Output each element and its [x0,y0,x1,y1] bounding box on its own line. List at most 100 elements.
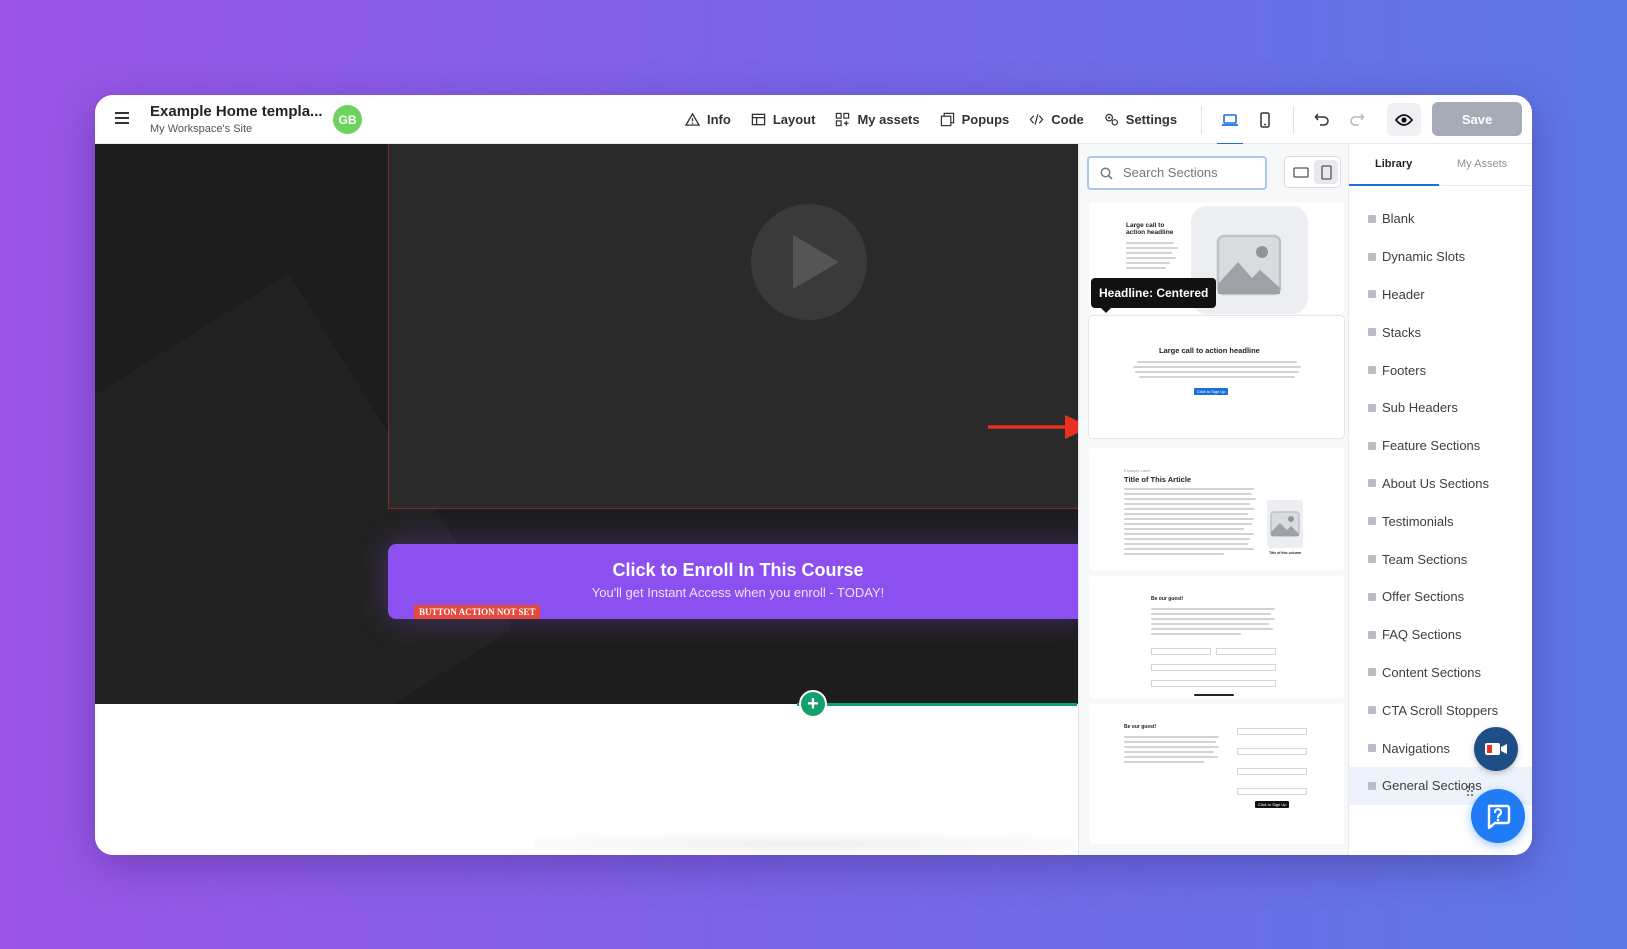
hamburger-menu-icon[interactable] [115,112,129,124]
menu-settings[interactable]: Settings [1104,112,1177,127]
thumb-title: Be our guest! [1124,724,1157,730]
section-divider-line [797,703,1077,706]
menu-layout[interactable]: Layout [751,112,816,127]
thumb-title: Be our guest! [1151,596,1184,602]
image-icon [1267,500,1303,548]
section-thumbnail[interactable]: Example Label Title of This Article Titl [1089,448,1344,570]
search-input[interactable] [1123,165,1263,180]
popups-icon [940,112,954,127]
menu-layout-label: Layout [772,112,816,127]
portrait-icon [1320,164,1332,180]
eye-icon [1395,113,1413,126]
help-chat-icon [1487,804,1511,829]
category-about-us-sections[interactable]: About Us Sections [1349,465,1532,503]
category-sub-headers[interactable]: Sub Headers [1349,389,1532,427]
landscape-icon [1293,166,1309,178]
redo-button[interactable] [1343,105,1371,133]
add-section-button[interactable]: + [799,690,827,718]
warning-triangle-icon [685,112,700,126]
preview-button[interactable] [1387,103,1421,136]
thumb-title: action headline [1126,229,1174,236]
category-blank[interactable]: Blank [1349,200,1532,238]
settings-icon [1105,113,1118,126]
section-shadow [535,834,1075,854]
cta-title: Click to Enroll In This Course [612,560,864,580]
menu-settings-label: Settings [1125,112,1178,127]
category-cta-scroll-stoppers[interactable]: CTA Scroll Stoppers [1349,691,1532,729]
mobile-view-button[interactable] [1250,105,1280,135]
sections-panel: Large call to action headline Headline: … [1078,144,1348,855]
laptop-icon [1222,114,1238,126]
section-thumbnail[interactable]: Be our guest! [1089,576,1344,698]
category-dynamic-slots[interactable]: Dynamic Slots [1349,238,1532,276]
category-footers[interactable]: Footers [1349,351,1532,389]
wide-preview-button[interactable] [1289,160,1313,184]
category-offer-sections[interactable]: Offer Sections [1349,578,1532,616]
undo-button[interactable] [1308,105,1336,133]
enroll-cta-button[interactable]: Click to Enroll In This Course You'll ge… [388,544,1078,619]
category-faq-sections[interactable]: FAQ Sections [1349,616,1532,654]
save-button[interactable]: Save [1432,102,1522,136]
video-recorder-button[interactable] [1474,727,1518,771]
top-bar: Example Home templa... My Workspace's Si… [95,95,1532,145]
thumb-title: Large call to action headline [1159,346,1260,355]
layout-icon [751,113,766,126]
category-content-sections[interactable]: Content Sections [1349,654,1532,692]
menu-my-assets[interactable]: My assets [835,112,920,127]
separator [1201,106,1202,134]
menu-info[interactable]: Info [685,112,731,127]
category-stacks[interactable]: Stacks [1349,313,1532,351]
phone-icon [1260,112,1270,128]
top-menu: Info Layout My assets Popups Code Settin… [685,95,1197,144]
help-chat-button[interactable] [1471,789,1525,843]
thumb-button: Click to Sign Up [1255,801,1290,808]
section-thumbnail-headline-centered[interactable]: Large call to action headline Click to S… [1089,316,1344,438]
category-list: Blank Dynamic Slots Header Stacks Footer… [1349,200,1532,805]
section-tooltip: Headline: Centered [1091,278,1217,313]
code-icon [1029,114,1044,125]
image-icon [1216,234,1282,296]
play-icon[interactable] [751,204,867,320]
desktop-view-button[interactable] [1215,105,1245,145]
cta-subtitle: You'll get Instant Access when you enrol… [591,585,885,600]
builder-window: Example Home templa... My Workspace's Si… [95,95,1532,855]
thumb-button: Click to Sign Up [1194,388,1229,395]
library-tabs: Library My Assets [1349,144,1532,186]
category-feature-sections[interactable]: Feature Sections [1349,427,1532,465]
redo-icon [1350,113,1365,126]
avatar[interactable]: GB [333,105,362,134]
tab-my-assets[interactable]: My Assets [1457,158,1507,170]
menu-popups-label: Popups [961,112,1010,127]
page-title: Example Home templa... [150,103,323,120]
site-name: My Workspace's Site [150,123,253,135]
menu-code-label: Code [1051,112,1084,127]
narrow-preview-button[interactable] [1314,160,1338,184]
button-action-warning-badge: BUTTON ACTION NOT SET [414,605,541,619]
category-header[interactable]: Header [1349,276,1532,314]
search-icon [1100,167,1113,180]
thumb-eyebrow: Example Label [1124,468,1151,473]
undo-icon [1314,113,1329,126]
hero-section[interactable]: Click to Enroll In This Course You'll ge… [95,144,1078,704]
category-team-sections[interactable]: Team Sections [1349,540,1532,578]
menu-my-assets-label: My assets [857,112,920,127]
red-arrow-annotation-icon [988,415,1091,439]
assets-icon [836,112,850,127]
menu-code[interactable]: Code [1029,112,1084,127]
section-thumbnail[interactable]: Be our guest! Click to Sign Up [1089,704,1344,844]
video-element[interactable] [388,144,1078,509]
tab-library[interactable]: Library [1375,158,1412,170]
menu-info-label: Info [707,112,731,127]
category-testimonials[interactable]: Testimonials [1349,502,1532,540]
thumb-caption: Title of this column [1269,551,1302,555]
active-tab-indicator [1349,184,1439,186]
thumb-title: Title of This Article [1124,475,1192,484]
thumb-title: Large call to [1126,222,1165,229]
editor-canvas[interactable]: Click to Enroll In This Course You'll ge… [95,144,1091,855]
separator [1293,106,1294,134]
video-camera-icon [1485,743,1507,755]
preview-size-toggle [1284,156,1341,188]
drag-handle-icon[interactable] [1466,785,1474,797]
search-sections-box[interactable] [1087,156,1267,190]
menu-popups[interactable]: Popups [940,112,1010,127]
